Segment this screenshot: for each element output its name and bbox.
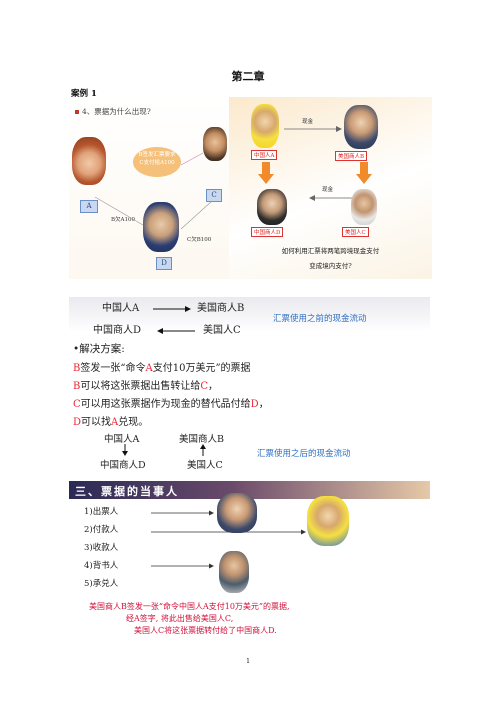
cash-mid-label: 现金 [322, 187, 334, 193]
sl2-c: C [200, 381, 209, 392]
connector-lines [94, 152, 213, 230]
tag-chinese-d: 中国商人D [251, 227, 284, 237]
solution-line-4: D可以找A兑现。 [73, 413, 148, 428]
arrow-down-right-icon [356, 162, 372, 184]
solution-line-2: B可以将这张票据出售转让给C， [73, 377, 218, 392]
flow2-left: 中国商人D [93, 325, 142, 336]
solution-line-1: B签发一张“命令A支付10万美元”的票据 [73, 359, 251, 374]
party-photo-b [217, 493, 257, 533]
sl3-c: D [250, 399, 259, 410]
flow1-left: 中国人A [102, 303, 140, 314]
sl1-d: 支付10万美元”的票据 [152, 363, 251, 374]
cn-d-photo [257, 189, 287, 225]
cash-top-label: 现金 [302, 119, 314, 125]
arrow-after-up-icon [200, 444, 206, 456]
note-after: 汇票使用之后的现金流动 [257, 449, 351, 459]
slide-why-bills-left: 4、票据为什么出现? A B签发汇票要求 C支付给A100 C D B欠A100… [69, 97, 229, 279]
sl1-b: 签发一张“命令 [80, 363, 146, 374]
arrow-a-to-b-icon [284, 126, 342, 132]
sl4-b: 可以找 [81, 417, 112, 428]
after-bottom-left: 中国商人D [100, 460, 146, 471]
bottom-line-3: 美国人C将这张票据转付给了中国商人D. [134, 626, 277, 635]
arrow-c-to-d-icon [309, 195, 355, 201]
bottom-line-2: 经A签字, 将此出售给美国人C, [126, 614, 234, 623]
cn-a-photo [251, 104, 279, 148]
after-top-left: 中国人A [104, 434, 140, 445]
arrow-after-down-icon [122, 444, 128, 456]
slide-caption-line-1: 如何利用汇票将两笔跨境现金支付 [281, 247, 380, 255]
sl3-d: ， [258, 399, 269, 410]
page-number: 1 [246, 658, 250, 665]
arrow-flow1-icon [153, 306, 191, 312]
tag-american-b: 美国商人B [335, 151, 368, 161]
flow1-right: 美国商人B [197, 303, 245, 314]
sl3-a: C [73, 399, 81, 410]
sl2-b: 可以将这张票据出售转让给 [80, 381, 201, 392]
sl4-a: D [73, 417, 82, 428]
sl1-c: A [145, 363, 153, 374]
tag-american-c: 美国人C [342, 227, 369, 237]
us-b-photo [344, 105, 378, 149]
arrow-down-left-icon [258, 162, 274, 184]
slide-cash-flows-right: 中国人A 现金 美国商人B 现金 中国商人D 美国人C 如何利用汇票将两笔跨境现… [229, 97, 432, 279]
sl4-d: 兑现。 [118, 417, 149, 428]
sl2-d: ， [208, 381, 219, 392]
slide-caption-line-2: 变成境内支付? [309, 262, 352, 270]
party-photo-c [219, 551, 249, 593]
after-top-right: 美国商人B [179, 434, 224, 445]
sl3-b: 可以用这张票据作为现金的替代品付给 [80, 399, 251, 410]
us-c-photo [351, 189, 377, 225]
arrow-flow2-icon [157, 328, 195, 334]
note-before: 汇票使用之前的现金流动 [273, 314, 367, 324]
bottom-line-1: 美国商人B签发一张“命令中国人A支付10万美元”的票据, [89, 602, 290, 611]
party-photo-a [307, 496, 349, 546]
flow2-right: 美国人C [203, 325, 241, 336]
solution-title: •解决方案: [73, 343, 125, 355]
tag-chinese-a: 中国人A [251, 150, 278, 160]
page-title: 第二章 [231, 70, 265, 83]
solution-line-3: C可以用这张票据作为现金的替代品付给D， [73, 395, 269, 410]
slide-solution: 中国人A 美国商人B 汇票使用之前的现金流动 中国商人D 美国人C •解决方案:… [69, 297, 430, 472]
slide-bill-parties: 三、票据的当事人 1)出票人 2)付款人 3)收款人 4)背书人 5)承兑人 美… [69, 481, 430, 639]
after-bottom-right: 美国人C [187, 460, 223, 471]
